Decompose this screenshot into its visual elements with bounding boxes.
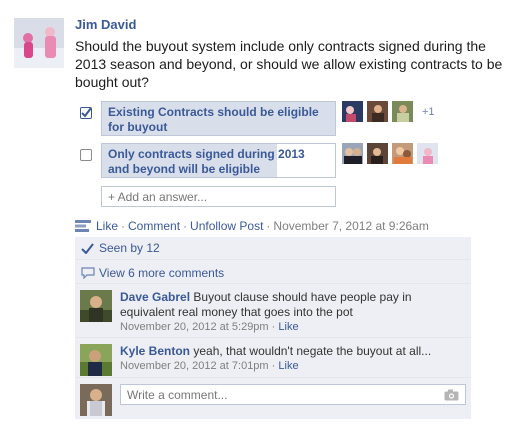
author-photo-image [14,18,64,68]
poll-option-2-voters [342,143,438,164]
write-comment-row: Write a comment... [75,377,471,419]
poll-option-1[interactable]: Existing Contracts should be eligible fo… [101,101,336,136]
separator: · [266,219,271,233]
write-comment-input[interactable]: Write a comment... [120,384,466,405]
voter-avatar[interactable] [367,143,388,164]
voter-avatar[interactable] [342,101,363,122]
write-comment-placeholder: Write a comment... [127,388,228,402]
post-author-name[interactable]: Jim David [75,17,136,32]
voter-avatar[interactable] [367,101,388,122]
view-more-comments-row[interactable]: View 6 more comments [75,259,471,283]
comment-meta: November 20, 2012 at 5:29pm · Like [120,320,460,335]
seen-by-row: Seen by 12 [75,237,471,259]
poll-option-2-checkbox[interactable] [80,149,92,161]
commenter-photo [80,290,112,322]
commenter-avatar[interactable] [80,344,112,376]
voter-avatar[interactable] [342,143,363,164]
voter-avatar[interactable] [392,101,413,122]
commenter-photo [80,344,112,376]
current-user-avatar [80,384,112,416]
comment-item: Kyle Benton yeah, that wouldn't negate t… [75,337,471,377]
comment-like-link[interactable]: Like [278,360,298,372]
comment-text: yeah, that wouldn't negate the buyout at… [193,344,432,358]
view-more-comments-link[interactable]: View 6 more comments [99,266,224,280]
separator: · [271,321,276,333]
separator: · [183,219,188,233]
voter-avatar[interactable] [392,143,413,164]
separator: · [121,219,126,233]
comment-body: Dave Gabrel Buyout clause should have pe… [120,290,460,335]
comment-body: Kyle Benton yeah, that wouldn't negate t… [120,344,460,374]
comment-timestamp[interactable]: November 20, 2012 at 5:29pm [120,321,269,333]
comment-item: Dave Gabrel Buyout clause should have pe… [75,283,471,337]
comment-timestamp[interactable]: November 20, 2012 at 7:01pm [120,360,269,372]
post-timestamp[interactable]: November 7, 2012 at 9:26am [273,219,428,233]
comment-author[interactable]: Kyle Benton [120,344,190,358]
add-answer-input[interactable]: + Add an answer... [101,186,336,207]
post-actions: Like · Comment · Unfollow Post · Novembe… [75,219,429,233]
comment-link[interactable]: Comment [128,219,180,233]
poll-option-2[interactable]: Only contracts signed during 2013 and be… [101,143,336,178]
checkmark-icon [81,243,94,254]
poll-icon [75,220,91,232]
unfollow-post-link[interactable]: Unfollow Post [190,219,263,233]
poll-question: Should the buyout system include only co… [75,38,503,90]
comment-like-link[interactable]: Like [278,321,298,333]
poll-option-1-label: Existing Contracts should be eligible fo… [108,105,319,134]
camera-icon[interactable] [444,389,459,401]
more-voters-link[interactable]: +1 [422,106,435,118]
comment-author[interactable]: Dave Gabrel [120,290,190,304]
seen-by-link[interactable]: Seen by 12 [99,241,160,255]
commenter-avatar[interactable] [80,290,112,322]
poll-option-1-checkbox[interactable] [80,107,92,119]
author-avatar[interactable] [14,18,64,68]
poll-option-2-label: Only contracts signed during 2013 and be… [108,147,305,176]
like-link[interactable]: Like [96,219,118,233]
voter-avatar[interactable] [417,143,438,164]
comment-bubble-icon [81,267,95,279]
current-user-photo [80,384,112,416]
comment-meta: November 20, 2012 at 7:01pm · Like [120,359,460,374]
checkmark-icon [81,107,92,118]
poll-option-1-voters: +1 [342,101,435,122]
separator: · [271,360,276,372]
